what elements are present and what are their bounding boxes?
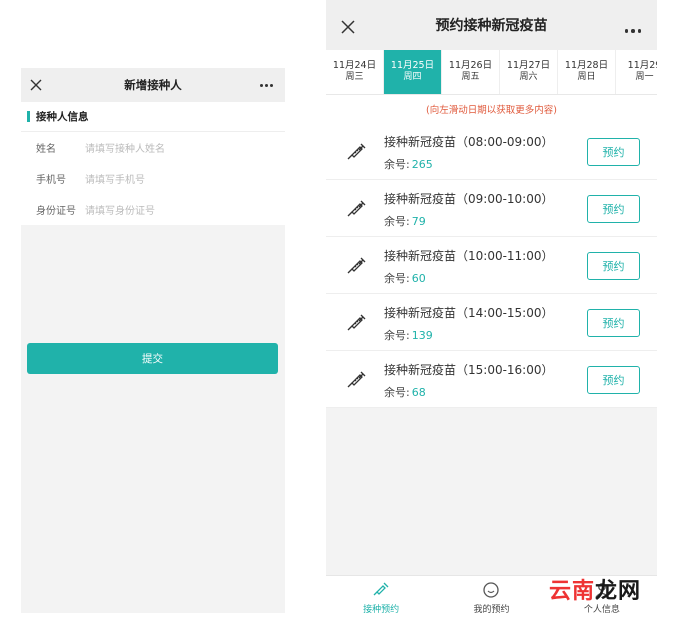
syringe-icon <box>347 257 366 274</box>
date-tab[interactable]: 11月24日 周三 <box>326 50 384 94</box>
face-icon <box>483 581 500 598</box>
slot-title: 接种新冠疫苗（15:00-16:00） <box>384 363 554 377</box>
remain-count: 79 <box>411 215 426 228</box>
submit-button[interactable]: 提交 <box>27 343 278 374</box>
watermark-logo: 云南龙网 <box>548 579 641 604</box>
list-item: 接种新冠疫苗（10:00-11:00） 余号: 60 预约 <box>326 237 657 294</box>
remain-count: 60 <box>411 272 426 285</box>
close-icon[interactable] <box>27 76 45 94</box>
remain-count: 68 <box>411 386 426 399</box>
close-icon[interactable] <box>340 19 356 35</box>
syringe-icon <box>347 314 366 331</box>
add-recipient-screen: 新增接种人 接种人信息 姓名 请填写接种人姓名 手机号 请填写手机号 身份证号 … <box>21 68 285 613</box>
right-header: 预约接种新冠疫苗 <box>326 0 657 50</box>
id-field[interactable]: 身份证号 请填写身份证号 <box>21 194 285 225</box>
book-button[interactable]: 预约 <box>587 138 640 166</box>
syringe-icon <box>347 143 366 160</box>
more-icon[interactable] <box>624 29 641 33</box>
date-tab[interactable]: 11月26日 周五 <box>442 50 500 94</box>
swipe-hint: (向左滑动日期以获取更多内容) <box>326 95 657 123</box>
remain-count: 139 <box>411 329 433 342</box>
booking-screen: 预约接种新冠疫苗 11月24日 周三 11月25日 周四 11月26日 周五 11月2… <box>326 0 657 619</box>
date-tab[interactable]: 11月27日 周六 <box>500 50 558 94</box>
section-marker <box>27 111 30 122</box>
book-button[interactable]: 预约 <box>587 252 640 280</box>
list-item: 接种新冠疫苗（14:00-15:00） 余号: 139 预约 <box>326 294 657 351</box>
tab-my-bookings[interactable]: 我的预约 <box>436 576 546 619</box>
book-button[interactable]: 预约 <box>587 309 640 337</box>
syringe-icon <box>347 371 366 388</box>
slot-title: 接种新冠疫苗（08:00-09:00） <box>384 135 554 149</box>
list-item: 接种新冠疫苗（08:00-09:00） 余号: 265 预约 <box>326 123 657 180</box>
slot-title: 接种新冠疫苗（09:00-10:00） <box>384 192 554 206</box>
id-input[interactable]: 请填写身份证号 <box>85 202 155 217</box>
date-tab[interactable]: 11月29周一 <box>616 50 657 94</box>
page-title: 预约接种新冠疫苗 <box>435 18 548 34</box>
list-item: 接种新冠疫苗（09:00-10:00） 余号: 79 预约 <box>326 180 657 237</box>
phone-input[interactable]: 请填写手机号 <box>85 171 145 186</box>
syringe-icon <box>347 200 366 217</box>
remain-count: 265 <box>411 158 433 171</box>
name-input[interactable]: 请填写接种人姓名 <box>85 140 165 155</box>
section-heading: 接种人信息 <box>21 102 285 132</box>
slot-list: 接种新冠疫苗（08:00-09:00） 余号: 265 预约 接种新冠疫苗（09:… <box>326 123 657 408</box>
more-icon[interactable] <box>260 84 273 87</box>
tab-booking[interactable]: 接种预约 <box>326 576 436 619</box>
slot-title: 接种新冠疫苗（10:00-11:00） <box>384 249 554 263</box>
book-button[interactable]: 预约 <box>587 195 640 223</box>
page-title: 新增接种人 <box>124 78 182 92</box>
date-tab[interactable]: 11月28日 周日 <box>558 50 616 94</box>
name-field[interactable]: 姓名 请填写接种人姓名 <box>21 132 285 163</box>
list-item: 接种新冠疫苗（15:00-16:00） 余号: 68 预约 <box>326 351 657 408</box>
date-tab-active[interactable]: 11月25日 周四 <box>384 50 442 94</box>
recipient-form: 接种人信息 姓名 请填写接种人姓名 手机号 请填写手机号 身份证号 请填写身份证… <box>21 102 285 225</box>
date-selector[interactable]: 11月24日 周三 11月25日 周四 11月26日 周五 11月27日 周六 11月2… <box>326 50 657 95</box>
syringe-icon <box>373 582 389 595</box>
slot-title: 接种新冠疫苗（14:00-15:00） <box>384 306 554 320</box>
left-header: 新增接种人 <box>21 68 285 102</box>
phone-field[interactable]: 手机号 请填写手机号 <box>21 163 285 194</box>
book-button[interactable]: 预约 <box>587 366 640 394</box>
